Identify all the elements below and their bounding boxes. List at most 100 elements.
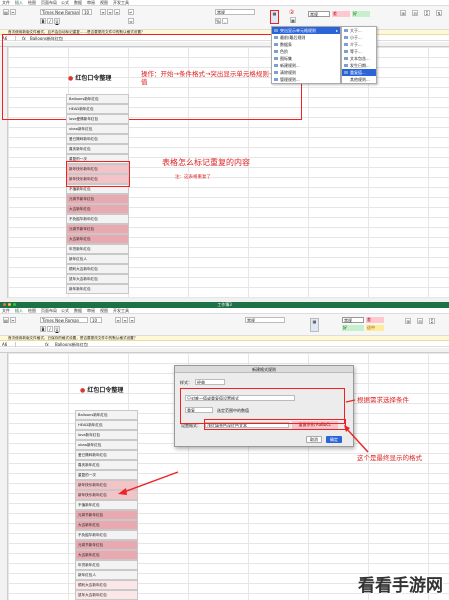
submenu-less[interactable]: 小于... [342, 34, 376, 41]
data-cell[interactable]: 大吉新年红包 [66, 204, 129, 214]
data-cell[interactable]: 不负韶华新年红包 [75, 530, 138, 540]
paste-icon-2[interactable]: ▤ [3, 317, 9, 323]
font-name-select[interactable]: Times New Roman [40, 9, 80, 15]
percent-icon[interactable]: % [215, 18, 221, 24]
cancel-button[interactable]: 取消 [306, 436, 322, 443]
align-center-icon-2[interactable]: ≡ [122, 317, 128, 323]
style-bad-2[interactable]: 差 [366, 317, 384, 323]
data-cell[interactable]: 大吉新年红包 [75, 520, 138, 530]
data-cell[interactable]: 鼠年大吉新年红包 [66, 274, 129, 284]
menu-top-bottom[interactable]: 最前/最后规则 [272, 34, 340, 41]
conditional-format-icon-2[interactable]: ▦ [310, 318, 319, 332]
conditional-format-icon[interactable]: ▦ [270, 10, 279, 24]
data-cell[interactable]: 新年快乐新年红包 [75, 480, 138, 490]
data-cell[interactable]: 新年红包人 [75, 570, 138, 580]
data-cell[interactable]: 顺利大吉新年红包 [66, 264, 129, 274]
menu-color-scales[interactable]: 色阶 [272, 48, 340, 55]
menu-clear-rules[interactable]: 清除规则 [272, 69, 340, 76]
maximize-icon[interactable] [13, 303, 16, 306]
submenu-other-rules[interactable]: 其他规则... [342, 76, 376, 83]
merge-icon[interactable]: ⇔ [128, 18, 134, 24]
style-normal-2[interactable]: 常规 [342, 317, 364, 323]
align-right-icon-2[interactable]: ≡ [129, 317, 135, 323]
autosum-icon-2[interactable]: Σ [429, 318, 435, 324]
data-cell[interactable]: 元宵节新年红包 [66, 194, 129, 204]
menu-manage-rules[interactable]: 管理规则... [272, 76, 340, 83]
data-cell[interactable]: 不负韶华新年红包 [66, 214, 129, 224]
paste-icon[interactable]: ▤ [3, 9, 9, 15]
ok-button[interactable]: 确定 [326, 436, 342, 443]
data-cell[interactable]: 大吉新年红包 [66, 234, 129, 244]
style-select[interactable]: 经典 [195, 379, 225, 385]
bold-icon[interactable]: B [40, 18, 46, 24]
bold-icon-2[interactable]: B [40, 326, 46, 332]
menu-icon-sets[interactable]: 图标集 [272, 55, 340, 62]
submenu-between[interactable]: 介于... [342, 41, 376, 48]
align-left-icon-2[interactable]: ≡ [115, 317, 121, 323]
submenu-duplicate-values[interactable]: 重复值... [342, 69, 376, 76]
data-cell[interactable]: 喜庆新年红包 [66, 144, 129, 154]
align-center-icon[interactable]: ≡ [107, 9, 113, 15]
data-cell[interactable]: 新年红包人 [66, 254, 129, 264]
data-cell[interactable]: 大吉新年红包 [75, 550, 138, 560]
data-cell[interactable]: love爱情新年红包 [66, 114, 129, 124]
number-format-select-2[interactable]: 常规 [245, 317, 285, 323]
menu-new-rule[interactable]: 新建规则... [272, 62, 340, 69]
data-cell[interactable]: Balloons新年红包 [66, 94, 129, 104]
data-cell[interactable]: 年货新年红包 [75, 560, 138, 570]
data-cell[interactable]: ubaa新年红包 [66, 124, 129, 134]
delete-cells-icon[interactable]: ⊟ [412, 10, 418, 16]
data-cell[interactable]: HEAD新年红包 [66, 104, 129, 114]
insert-cells-icon-2[interactable]: ⊞ [405, 318, 411, 324]
cut-icon-2[interactable]: ✂ [10, 317, 16, 323]
wrap-text-icon[interactable]: ↵ [128, 9, 134, 15]
style-neutral-2[interactable]: 适中 [366, 325, 384, 331]
align-right-icon[interactable]: ≡ [114, 9, 120, 15]
submenu-date[interactable]: 发生日期... [342, 62, 376, 69]
underline-icon-2[interactable]: U [54, 326, 60, 332]
number-format-select[interactable]: 常规 [215, 9, 255, 15]
data-cell[interactable]: ubaa新年红包 [75, 440, 138, 450]
data-cell[interactable]: 喜庆新年红包 [75, 460, 138, 470]
submenu-equal[interactable]: 等于... [342, 48, 376, 55]
data-cell[interactable]: 元宵节新年红包 [75, 540, 138, 550]
style-good[interactable]: 好 [352, 11, 370, 17]
minimize-icon[interactable] [8, 303, 11, 306]
style-bad[interactable]: 差 [332, 11, 350, 17]
underline-icon[interactable]: U [54, 18, 60, 24]
comma-icon[interactable]: , [222, 18, 228, 24]
data-cell[interactable]: 新年新年红包 [66, 284, 129, 294]
sort-filter-icon[interactable]: ⇅ [436, 10, 442, 16]
data-cell[interactable]: 爱已撕碎新年红包 [75, 450, 138, 460]
autosum-icon[interactable]: Σ [424, 10, 430, 16]
italic-icon-2[interactable]: I [47, 326, 53, 332]
menu-highlight-rules[interactable]: 突出显示单元格规则 ▸ [272, 27, 340, 34]
delete-cells-icon-2[interactable]: ⊟ [417, 318, 423, 324]
format-table-icon[interactable]: ▦ [290, 17, 296, 23]
submenu-greater[interactable]: 大于... [342, 27, 376, 34]
align-left-icon[interactable]: ≡ [100, 9, 106, 15]
italic-icon[interactable]: I [47, 18, 53, 24]
data-cell[interactable]: HEAD新年红包 [75, 420, 138, 430]
data-cell[interactable]: Balloons新年红包 [75, 410, 138, 420]
data-cell[interactable]: 新年快乐新年红包 [75, 490, 138, 500]
data-cell[interactable]: 鼠年大吉新年红包 [75, 590, 138, 600]
data-cell[interactable]: 元宵节新年红包 [66, 224, 129, 234]
data-cell[interactable]: 年货新年红包 [66, 244, 129, 254]
data-cell[interactable]: 顺利大吉新年红包 [75, 580, 138, 590]
style-normal[interactable]: 常规 [308, 11, 330, 17]
data-cell[interactable]: 不值新年红包 [75, 500, 138, 510]
close-icon[interactable] [3, 303, 6, 306]
data-cell[interactable]: 爱已撕碎新年红包 [66, 134, 129, 144]
menu-data-bars[interactable]: 数据条 [272, 41, 340, 48]
insert-cells-icon[interactable]: ⊞ [400, 10, 406, 16]
formula-input-2[interactable]: Balloons新年红包 [55, 342, 88, 347]
submenu-text-contains[interactable]: 文本包含... [342, 55, 376, 62]
data-cell[interactable]: love新年红包 [75, 430, 138, 440]
font-size-select[interactable]: 10 [82, 9, 92, 15]
data-cell[interactable]: 元宵节新年红包 [75, 510, 138, 520]
style-good-2[interactable]: 好 [342, 325, 364, 331]
name-box-2[interactable]: A6 [2, 342, 16, 347]
font-name-select-2[interactable]: Times New Roman [40, 317, 88, 323]
cut-icon[interactable]: ✂ [10, 9, 16, 15]
